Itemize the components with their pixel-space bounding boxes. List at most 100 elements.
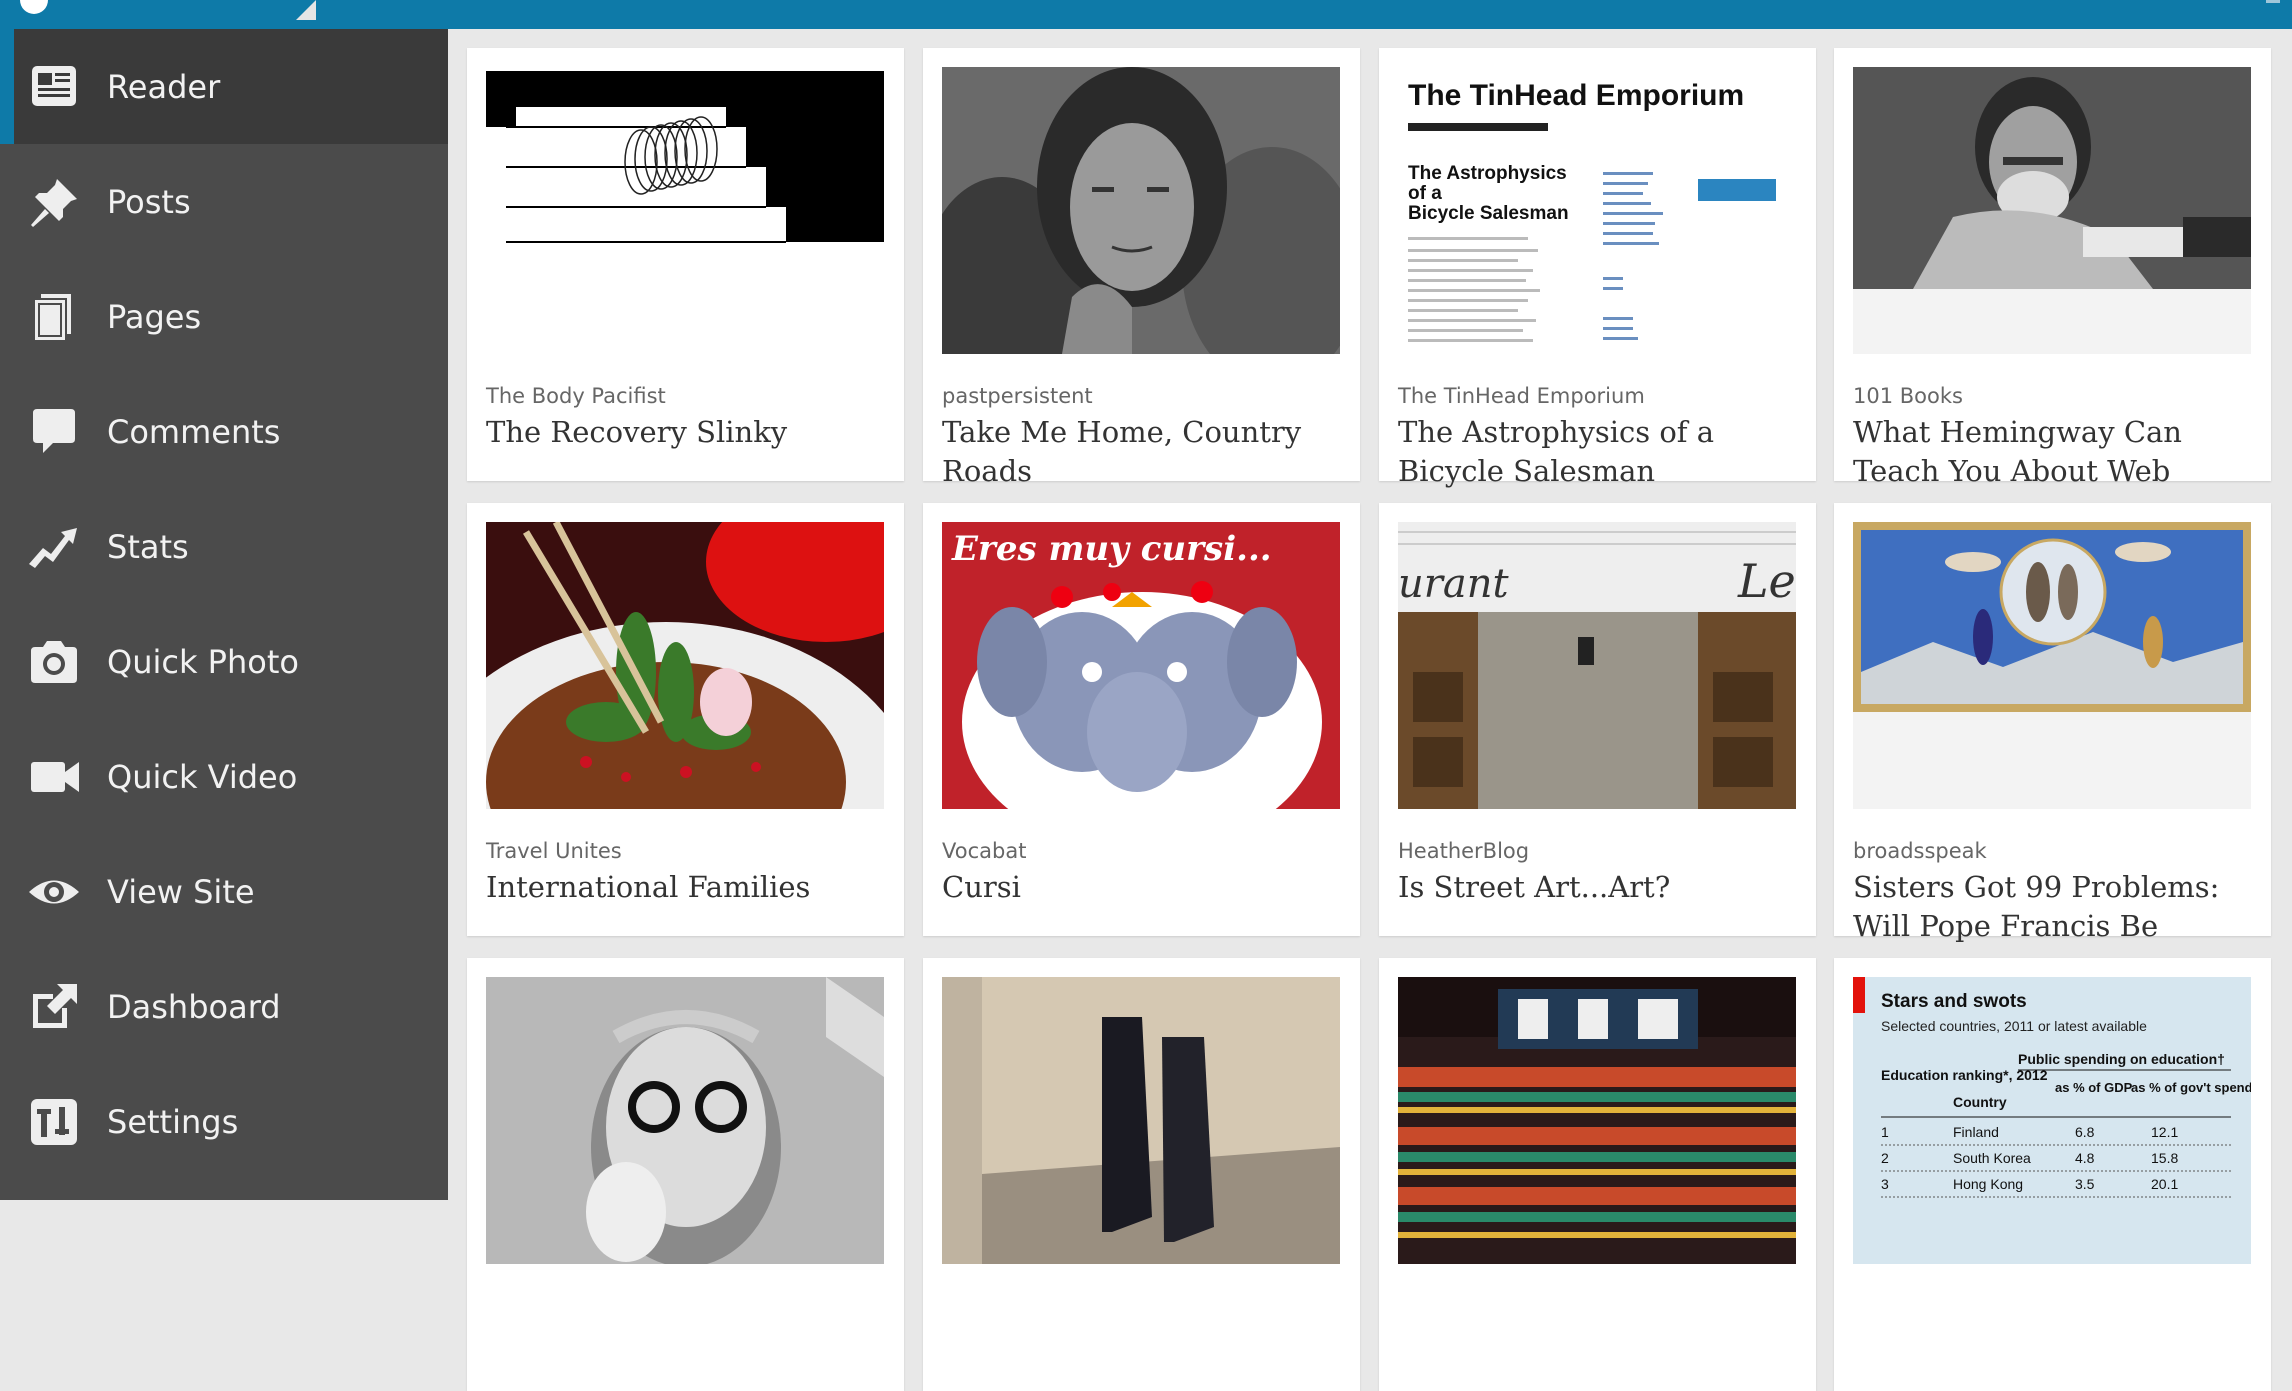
table-cell-rank: 1: [1881, 1124, 1889, 1140]
logo-icon[interactable]: [20, 0, 48, 14]
sidebar-item-label: Posts: [107, 182, 191, 221]
post-thumbnail: [1398, 977, 1796, 1264]
sidebar-item-label: Dashboard: [107, 987, 281, 1026]
sidebar-item-label: Reader: [107, 67, 221, 106]
chart-title: Stars and swots: [1881, 991, 2027, 1012]
external-link-icon: [26, 979, 82, 1035]
post-heading-line: of a: [1408, 183, 1442, 204]
sidebar-item-settings[interactable]: Settings: [0, 1064, 448, 1179]
post-source: broadsspeak: [1853, 839, 1987, 863]
post-title: International Families: [486, 870, 811, 904]
post-source: 101 Books: [1853, 384, 1963, 408]
post-card[interactable]: 101 Books What Hemingway Can Teach You A…: [1834, 48, 2271, 488]
post-thumbnail: [942, 67, 1340, 354]
chart-subtitle: Selected countries, 2011 or latest avail…: [1881, 1018, 2147, 1034]
sidebar-item-label: Pages: [107, 297, 202, 336]
post-card[interactable]: urant Le HeatherBlog Is Street Art...Art…: [1379, 503, 1816, 936]
reader-grid: The Body Pacifist The Recovery Slinky pa…: [448, 29, 2292, 1391]
sidebar-item-reader[interactable]: Reader: [0, 29, 448, 144]
storefront-sign: Le: [1737, 554, 1796, 608]
post-source: The Body Pacifist: [486, 384, 666, 408]
post-thumbnail: Stars and swots Selected countries, 2011…: [1853, 977, 2251, 1264]
table-header-gov: as % of gov't spending: [2131, 1080, 2251, 1095]
sidebar-item-posts[interactable]: Posts: [0, 144, 448, 259]
post-source: The TinHead Emporium: [1398, 384, 1645, 408]
eye-icon: [26, 864, 82, 920]
table-cell-rank: 2: [1881, 1150, 1889, 1166]
sidebar: Reader Posts Pages Comments Stats Quick …: [0, 29, 448, 1200]
table-header-rank: Education ranking*, 2012: [1881, 1067, 2048, 1083]
pages-icon: [26, 289, 82, 345]
post-card[interactable]: [467, 958, 904, 1391]
sidebar-item-comments[interactable]: Comments: [0, 374, 448, 489]
storefront-sign: urant: [1398, 561, 1509, 607]
table-cell-country: South Korea: [1953, 1150, 2031, 1166]
stats-icon: [26, 519, 82, 575]
post-thumbnail: The TinHead Emporium The Astrophysics of…: [1398, 67, 1796, 354]
overflow-menu-icon[interactable]: [2266, 0, 2280, 3]
post-source: Vocabat: [942, 839, 1027, 863]
table-cell-gdp: 6.8: [2075, 1124, 2095, 1140]
table-cell-country: Finland: [1953, 1124, 1999, 1140]
corner-decoration: [296, 0, 316, 20]
table-cell-gdp: 3.5: [2075, 1176, 2095, 1192]
post-title: Cursi: [942, 870, 1021, 904]
post-source: HeatherBlog: [1398, 839, 1530, 863]
table-cell-gdp: 4.8: [2075, 1150, 2095, 1166]
post-title: The Recovery Slinky: [486, 415, 788, 449]
table-header-gdp: as % of GDP: [2055, 1080, 2133, 1095]
post-heading-line: The Astrophysics: [1408, 163, 1567, 184]
sidebar-item-label: Settings: [107, 1102, 239, 1141]
sidebar-item-view-site[interactable]: View Site: [0, 834, 448, 949]
post-thumbnail: [942, 977, 1340, 1264]
sidebar-item-dashboard[interactable]: Dashboard: [0, 949, 448, 1064]
table-cell-gov: 12.1: [2151, 1124, 2178, 1140]
post-thumbnail: [486, 67, 884, 354]
sidebar-item-label: Stats: [107, 527, 189, 566]
post-title: Sisters Got 99 Problems: Will Pope Franc…: [1853, 870, 2220, 943]
table-group-header: Public spending on education†: [2018, 1051, 2225, 1067]
settings-icon: [26, 1094, 82, 1150]
table-header-country: Country: [1953, 1094, 2007, 1110]
post-source: Travel Unites: [486, 839, 622, 863]
post-card[interactable]: Eres muy cursi... Vocabat Cursi: [923, 503, 1360, 936]
sidebar-item-quick-video[interactable]: Quick Video: [0, 719, 448, 834]
post-thumbnail: [486, 522, 884, 809]
post-card[interactable]: [1379, 958, 1816, 1391]
sidebar-item-label: Quick Photo: [107, 642, 299, 681]
post-card[interactable]: broadsspeak Sisters Got 99 Problems: Wil…: [1834, 503, 2271, 943]
sidebar-item-quick-photo[interactable]: Quick Photo: [0, 604, 448, 719]
post-title: What Hemingway Can Teach You About Web: [1853, 415, 2182, 488]
sidebar-item-label: Comments: [107, 412, 281, 451]
post-title: Is Street Art...Art?: [1398, 870, 1671, 904]
post-card[interactable]: Stars and swots Selected countries, 2011…: [1834, 958, 2271, 1391]
post-card[interactable]: Travel Unites International Families: [467, 503, 904, 936]
post-title: The Astrophysics of a Bicycle Salesman: [1398, 415, 1715, 488]
camera-icon: [26, 634, 82, 690]
comment-icon: [26, 404, 82, 460]
blog-header-text: The TinHead Emporium: [1408, 79, 1744, 112]
sidebar-item-label: View Site: [107, 872, 255, 911]
sidebar-item-stats[interactable]: Stats: [0, 489, 448, 604]
post-heading-line: Bicycle Salesman: [1408, 203, 1569, 224]
table-cell-country: Hong Kong: [1953, 1176, 2023, 1192]
post-thumbnail: [486, 977, 884, 1264]
post-card[interactable]: pastpersistent Take Me Home, Country Roa…: [923, 48, 1360, 488]
sidebar-item-label: Quick Video: [107, 757, 298, 796]
post-thumbnail: [1853, 522, 2251, 809]
sidebar-item-pages[interactable]: Pages: [0, 259, 448, 374]
table-cell-rank: 3: [1881, 1176, 1889, 1192]
post-source: pastpersistent: [942, 384, 1093, 408]
cartoon-caption: Eres muy cursi...: [951, 529, 1272, 569]
post-card[interactable]: The TinHead Emporium The Astrophysics of…: [1379, 48, 1816, 488]
video-camera-icon: [26, 749, 82, 805]
pushpin-icon: [26, 174, 82, 230]
reader-icon: [26, 59, 82, 115]
post-thumbnail: [1853, 67, 2251, 354]
top-bar: [0, 0, 2292, 29]
post-title: Take Me Home, Country Roads: [942, 415, 1302, 488]
post-card[interactable]: [923, 958, 1360, 1391]
table-cell-gov: 15.8: [2151, 1150, 2178, 1166]
post-thumbnail: urant Le: [1398, 522, 1796, 809]
post-card[interactable]: The Body Pacifist The Recovery Slinky: [467, 48, 904, 481]
